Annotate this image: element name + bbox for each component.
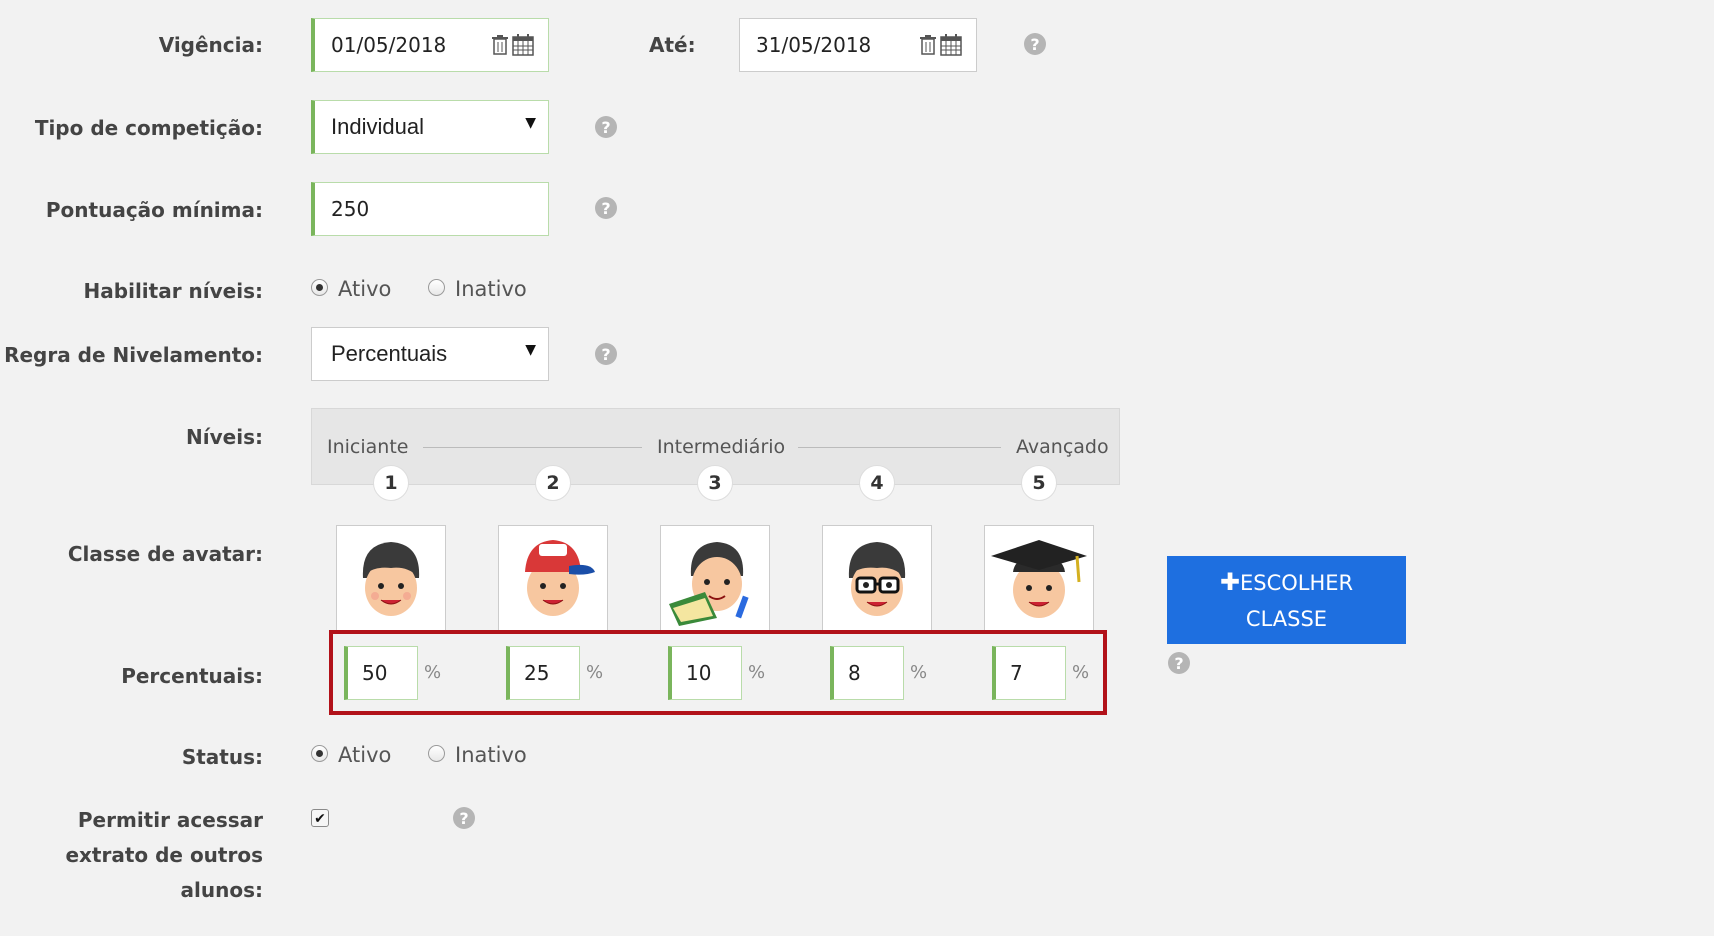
percent-sign: % [748,662,766,683]
checkmark-icon: ✔ [314,809,326,826]
percentual-input-2[interactable]: 25 [506,646,580,700]
plain-boy-avatar [362,542,420,616]
avatar-card-2[interactable] [498,525,608,631]
percent-sign: % [910,662,928,683]
dropdown-arrow-icon: ▼ [525,342,536,358]
glasses-boy-avatar [848,542,906,616]
tipo-competicao-help-icon[interactable]: ? [595,116,617,138]
graduate-boy-avatar [991,540,1087,618]
niveis-label: Níveis: [186,425,263,449]
classe-avatar-label: Classe de avatar: [67,542,263,566]
percent-sign: % [586,662,604,683]
habilitar-niveis-label: Habilitar níveis: [83,279,263,303]
percentuais-label: Percentuais: [121,664,263,688]
habilitar-inativo-label[interactable]: Inativo [455,277,527,301]
tipo-competicao-value: Individual [331,114,424,139]
level-stage-iniciante: Iniciante [327,436,409,458]
status-inativo-radio[interactable] [428,745,445,762]
percentual-input-5[interactable]: 7 [992,646,1066,700]
vigencia-help-icon[interactable]: ? [1024,33,1046,55]
escolher-classe-button[interactable]: ✚ESCOLHER CLASSE [1167,556,1406,644]
permitir-acessar-label-line2: extrato de outros [65,843,263,867]
vigencia-label: Vigência: [158,33,263,57]
dropdown-arrow-icon: ▼ [525,115,536,131]
habilitar-ativo-radio[interactable] [311,279,328,296]
status-label: Status: [181,745,263,769]
habilitar-ativo-label[interactable]: Ativo [338,277,391,301]
status-inativo-label[interactable]: Inativo [455,743,527,767]
pontuacao-minima-label: Pontuação mínima: [45,198,263,222]
avatar-card-1[interactable] [336,525,446,631]
regra-nivelamento-help-icon[interactable]: ? [595,343,617,365]
vigencia-to-value: 31/05/2018 [756,33,872,57]
habilitar-inativo-radio[interactable] [428,279,445,296]
regra-nivelamento-value: Percentuais [331,341,448,366]
vigencia-to-field[interactable]: 31/05/2018 [739,18,977,72]
avatar-card-3[interactable] [660,525,770,631]
permitir-acessar-checkbox[interactable]: ✔ [311,809,329,827]
vigencia-from-field[interactable]: 01/05/2018 [311,18,549,72]
permitir-acessar-help-icon[interactable]: ? [453,807,475,829]
vigencia-from-icons [491,34,534,56]
status-ativo-label[interactable]: Ativo [338,743,391,767]
level-connector [423,447,642,448]
escolher-classe-help-icon[interactable]: ? [1168,652,1190,674]
cap-boy-avatar [525,540,595,616]
calendar-icon[interactable] [512,34,534,56]
calendar-icon[interactable] [940,34,962,56]
regra-nivelamento-label: Regra de Nivelamento: [4,343,263,367]
level-connector [798,447,1001,448]
level-stage-avancado: Avançado [1016,436,1109,458]
avatar-card-4[interactable] [822,525,932,631]
percentual-input-1[interactable]: 50 [344,646,418,700]
pontuacao-minima-input[interactable]: 250 [311,182,549,236]
level-number: 5 [1021,465,1057,501]
trash-icon[interactable] [491,34,509,56]
escolher-classe-line1: ✚ESCOLHER [1219,568,1354,596]
permitir-acessar-label-line1: Permitir acessar [77,808,263,832]
level-stage-intermediario: Intermediário [657,436,786,458]
book-boy-avatar [669,542,749,626]
tipo-competicao-label: Tipo de competição: [34,116,263,140]
level-number: 4 [859,465,895,501]
level-number: 2 [535,465,571,501]
regra-nivelamento-select[interactable]: Percentuais ▼ [311,327,549,381]
level-number: 3 [697,465,733,501]
ate-label: Até: [649,33,696,57]
status-ativo-radio[interactable] [311,745,328,762]
tipo-competicao-select[interactable]: Individual ▼ [311,100,549,154]
level-number: 1 [373,465,409,501]
pontuacao-minima-help-icon[interactable]: ? [595,197,617,219]
permitir-acessar-label-line3: alunos: [180,878,263,902]
percentual-input-4[interactable]: 8 [830,646,904,700]
vigencia-to-icons [919,34,962,56]
percentual-input-3[interactable]: 10 [668,646,742,700]
plus-icon: ✚ [1219,568,1240,596]
escolher-classe-line2: CLASSE [1245,607,1328,631]
percent-sign: % [1072,662,1090,683]
percent-sign: % [424,662,442,683]
avatar-card-5[interactable] [984,525,1094,631]
trash-icon[interactable] [919,34,937,56]
vigencia-from-value: 01/05/2018 [331,33,447,57]
